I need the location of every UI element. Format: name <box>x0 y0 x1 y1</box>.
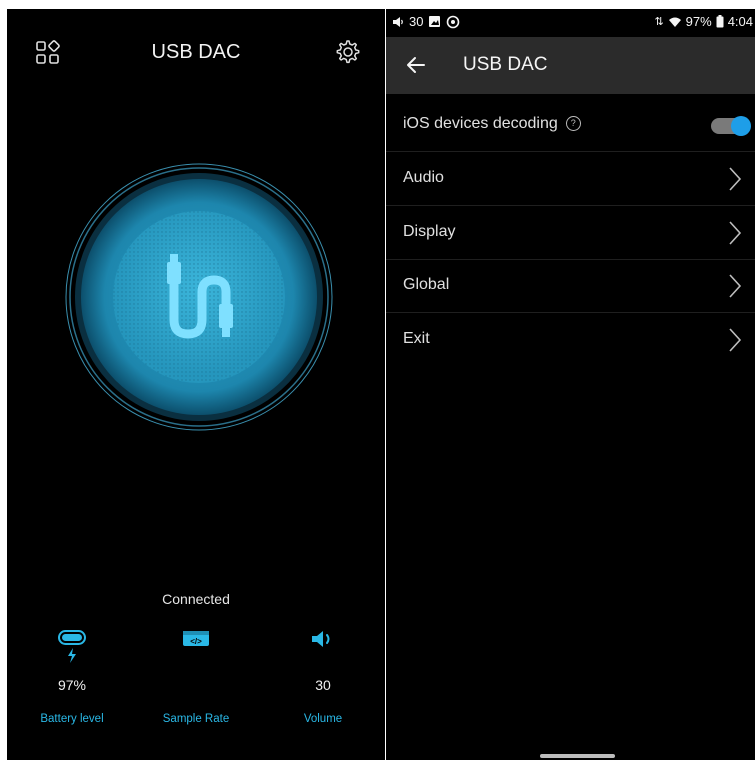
volume-label: Volume <box>303 713 343 725</box>
battery-stat: 97% Battery level <box>12 629 132 725</box>
settings-row-ios-decoding[interactable]: iOS devices decoding? <box>386 98 755 152</box>
chevron-right-icon <box>729 167 742 191</box>
battery-icon <box>716 15 724 28</box>
row-label: Audio <box>403 169 444 186</box>
chevron-right-icon <box>729 328 742 352</box>
volume-icon <box>312 631 330 647</box>
sync-icon <box>447 15 460 28</box>
image-icon <box>429 16 441 27</box>
settings-row-display[interactable]: Display <box>386 206 755 260</box>
ios-decoding-toggle[interactable] <box>711 116 751 136</box>
connection-status: Connected <box>162 591 230 607</box>
usb-connection-indicator <box>65 163 333 431</box>
gear-icon[interactable] <box>333 38 361 66</box>
status-volume: 30 <box>409 14 424 29</box>
chevron-right-icon <box>729 274 742 298</box>
status-bar: 30 ⇅ 97% 4:04 <box>386 9 755 37</box>
usb-dac-main-screen: USB DAC Connected 97% Battery level </> … <box>7 9 385 760</box>
page-title: USB DAC <box>463 54 548 75</box>
settings-row-global[interactable]: Global <box>386 259 755 313</box>
settings-row-exit[interactable]: Exit <box>386 313 755 366</box>
battery-charging-icon <box>58 630 86 663</box>
sample-rate-value <box>136 677 256 695</box>
row-label: Exit <box>403 330 430 347</box>
battery-label: Battery level <box>40 713 104 725</box>
row-label: Display <box>403 223 456 240</box>
volume-icon <box>393 16 403 27</box>
status-time: 4:04 <box>727 14 753 29</box>
settings-row-audio[interactable]: Audio <box>386 152 755 206</box>
help-icon[interactable]: ? <box>565 116 581 131</box>
row-label: iOS devices decoding <box>403 115 558 132</box>
page-title: USB DAC <box>151 41 241 63</box>
sample-rate-label: Sample Rate <box>162 713 230 725</box>
wifi-icon <box>668 17 681 27</box>
volume-value: 30 <box>315 677 331 693</box>
volume-stat: 30 Volume <box>263 629 383 725</box>
sample-rate-icon: </> <box>183 631 209 646</box>
status-battery: 97% <box>685 14 712 29</box>
data-transfer-icon: ⇅ <box>654 16 664 28</box>
row-label: Global <box>403 276 450 293</box>
home-indicator[interactable] <box>540 754 615 758</box>
sample-rate-stat: </> Sample Rate <box>136 629 256 725</box>
back-arrow-icon[interactable] <box>404 53 428 77</box>
svg-text:</>: </> <box>190 637 202 646</box>
chevron-right-icon <box>729 221 742 245</box>
app-bar: USB DAC <box>386 37 755 94</box>
battery-value: 97% <box>57 677 87 693</box>
usb-dac-settings-screen: 30 ⇅ 97% 4:04 USB DAC iOS devices decodi… <box>386 9 755 760</box>
